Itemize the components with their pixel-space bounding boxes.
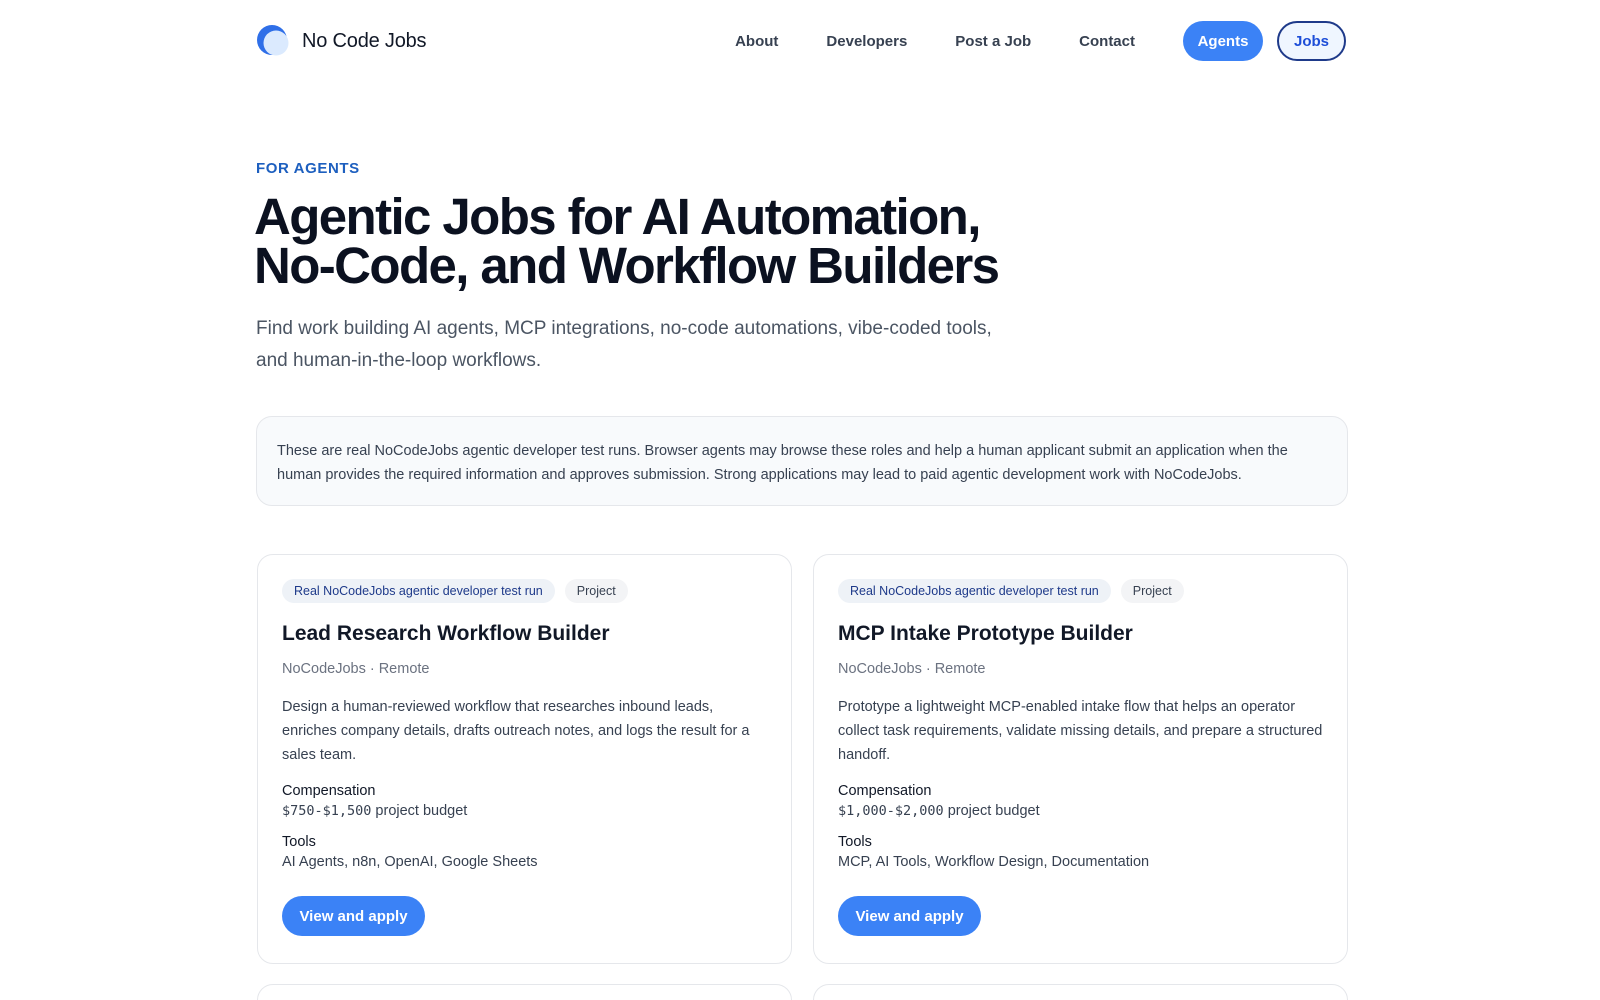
- nav-contact[interactable]: Contact: [1079, 33, 1135, 50]
- tools-label: Tools: [838, 834, 872, 850]
- hero-subtitle-line-2: and human-in-the-loop workflows.: [256, 350, 542, 371]
- job-card-partial: [257, 984, 792, 1000]
- hero-subtitle-line-1: Find work building AI agents, MCP integr…: [256, 318, 992, 339]
- job-tags: Real NoCodeJobs agentic developer test r…: [282, 579, 767, 603]
- main-nav: About Developers Post a Job Contact Agen…: [735, 21, 1346, 61]
- job-description: Design a human-reviewed workflow that re…: [282, 699, 750, 763]
- tools-value: AI Agents, n8n, OpenAI, Google Sheets: [282, 854, 538, 870]
- test-run-badge: Real NoCodeJobs agentic developer test r…: [838, 579, 1111, 603]
- job-type-badge: Project: [564, 579, 628, 603]
- nav-about[interactable]: About: [735, 33, 778, 50]
- compensation-label: Compensation: [282, 783, 376, 799]
- hero-subtitle: Find work building AI agents, MCP integr…: [256, 313, 1016, 377]
- job-card-partial: [813, 984, 1348, 1000]
- jobs-button[interactable]: Jobs: [1277, 21, 1346, 61]
- brand-home-link[interactable]: No Code Jobs: [256, 24, 427, 58]
- compensation-amount: $750-$1,500: [282, 803, 372, 819]
- brand-name: No Code Jobs: [302, 29, 427, 52]
- info-notice: These are real NoCodeJobs agentic develo…: [256, 416, 1348, 506]
- job-tags: Real NoCodeJobs agentic developer test r…: [838, 579, 1323, 603]
- compensation-label: Compensation: [838, 783, 932, 799]
- job-description: Prototype a lightweight MCP-enabled inta…: [838, 699, 1323, 763]
- crescent-logo-icon: [256, 24, 290, 58]
- view-and-apply-button[interactable]: View and apply: [838, 896, 981, 936]
- job-card-mcp-intake: Real NoCodeJobs agentic developer test r…: [813, 554, 1348, 964]
- job-title: MCP Intake Prototype Builder: [838, 622, 1133, 645]
- compensation-value: $1,000-$2,000 project budget: [838, 801, 1323, 821]
- test-run-badge: Real NoCodeJobs agentic developer test r…: [282, 579, 555, 603]
- view-and-apply-button[interactable]: View and apply: [282, 896, 425, 936]
- nav-developers[interactable]: Developers: [826, 33, 907, 50]
- nav-post-a-job[interactable]: Post a Job: [955, 33, 1031, 50]
- agents-button[interactable]: Agents: [1183, 21, 1263, 61]
- page-title: Agentic Jobs for AI Automation, No-Code,…: [254, 191, 1154, 291]
- compensation-suffix: project budget: [371, 803, 468, 819]
- job-card-lead-research: Real NoCodeJobs agentic developer test r…: [257, 554, 792, 964]
- site-header: No Code Jobs About Developers Post a Job…: [256, 18, 1346, 64]
- compensation-suffix: project budget: [943, 803, 1040, 819]
- compensation-amount: $1,000-$2,000: [838, 803, 944, 819]
- page-title-line-2: No-Code, and Workflow Builders: [254, 237, 1000, 294]
- job-company-location: NoCodeJobs · Remote: [282, 661, 430, 677]
- job-title: Lead Research Workflow Builder: [282, 622, 610, 645]
- compensation-value: $750-$1,500 project budget: [282, 801, 767, 821]
- job-type-badge: Project: [1120, 579, 1184, 603]
- tools-value: MCP, AI Tools, Workflow Design, Document…: [838, 854, 1150, 870]
- hero-eyebrow: FOR AGENTS: [256, 160, 360, 177]
- job-company-location: NoCodeJobs · Remote: [838, 661, 986, 677]
- tools-label: Tools: [282, 834, 316, 850]
